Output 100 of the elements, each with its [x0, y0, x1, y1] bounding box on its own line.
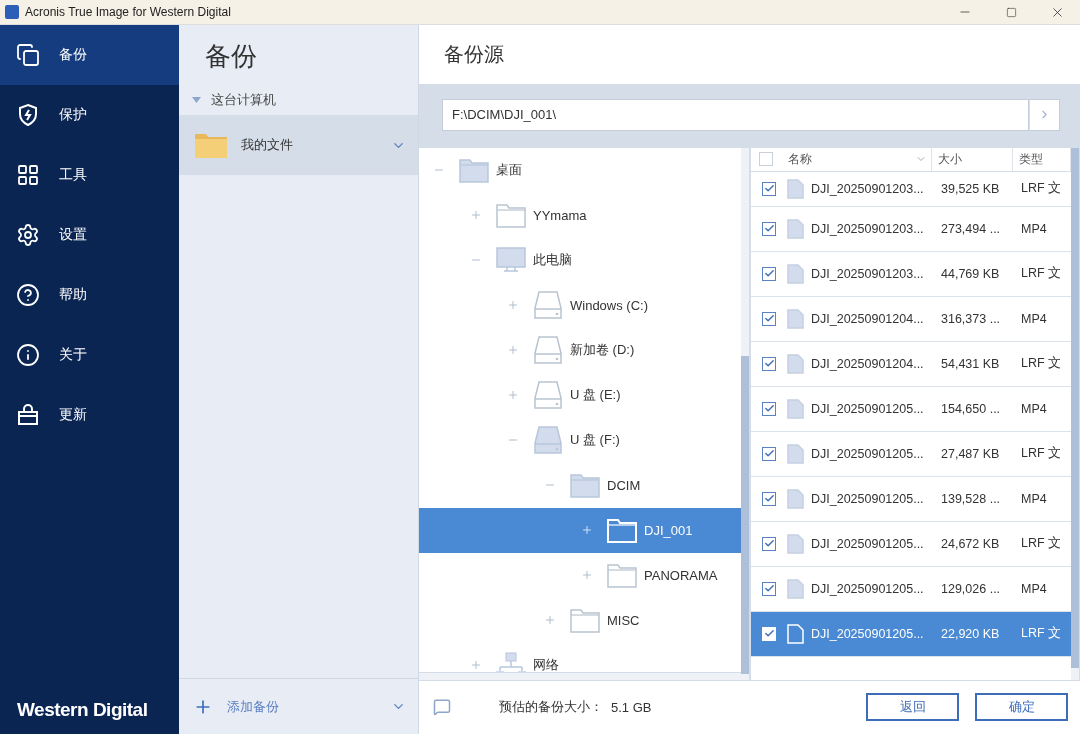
- tree-item[interactable]: 新加卷 (D:): [419, 327, 741, 373]
- window-title: Acronis True Image for Western Digital: [25, 5, 232, 19]
- path-field[interactable]: F:\DCIM\DJI_001\: [442, 98, 1029, 131]
- file-name: DJI_20250901203...: [811, 181, 925, 196]
- checkbox[interactable]: [762, 491, 776, 506]
- file-size: 27,487 KB: [940, 446, 1001, 461]
- file-name: DJI_20250901205...: [811, 401, 925, 416]
- scrollbar[interactable]: [1071, 147, 1079, 680]
- back-button[interactable]: 返回: [866, 693, 959, 722]
- file-size: 139,528 ...: [940, 491, 1002, 506]
- expand-icon[interactable]: [507, 389, 519, 402]
- sidebar-item[interactable]: 关于: [0, 325, 179, 385]
- settings-icon: [16, 223, 40, 247]
- shield-icon: [16, 103, 40, 127]
- checkbox[interactable]: [762, 401, 776, 416]
- tree-item[interactable]: 桌面: [419, 147, 741, 193]
- info-icon: [16, 343, 40, 367]
- file-type: LRF 文: [1021, 535, 1063, 553]
- sidebar-item[interactable]: 设置: [0, 205, 179, 265]
- tree-item[interactable]: 网络: [419, 642, 741, 672]
- column-label: 名称: [787, 150, 812, 168]
- sidebar-item[interactable]: 工具: [0, 145, 179, 205]
- file-icon: [787, 443, 804, 464]
- checkbox[interactable]: [762, 266, 776, 281]
- tree-item[interactable]: YYmama: [419, 192, 741, 238]
- folder-icon: [496, 202, 526, 229]
- tree-item[interactable]: DJI_001: [419, 507, 741, 553]
- file-name: DJI_20250901203...: [811, 221, 925, 236]
- file-name: DJI_20250901204...: [811, 311, 925, 326]
- expand-icon[interactable]: [470, 209, 482, 222]
- file-icon: [787, 488, 804, 509]
- tree-item[interactable]: Windows (C:): [419, 282, 741, 328]
- estimate-label: 预估的备份大小：: [499, 698, 603, 717]
- checkbox[interactable]: [762, 356, 776, 371]
- checkbox[interactable]: [762, 581, 776, 596]
- column-header[interactable]: 大小: [931, 147, 1013, 171]
- tree-item[interactable]: U 盘 (E:): [419, 372, 741, 418]
- file-name: DJI_20250901205...: [811, 581, 925, 596]
- tree-item[interactable]: U 盘 (F:): [419, 417, 741, 463]
- file-icon: [787, 218, 804, 239]
- expand-icon[interactable]: [581, 569, 593, 582]
- checkbox[interactable]: [762, 536, 776, 551]
- scrollbar[interactable]: [741, 147, 749, 680]
- sidebar-item[interactable]: 帮助: [0, 265, 179, 325]
- expand-icon[interactable]: [544, 614, 556, 627]
- group-header[interactable]: 这台计算机: [179, 85, 418, 115]
- sidebar-item[interactable]: 备份: [0, 25, 179, 85]
- comment-icon[interactable]: [433, 698, 451, 717]
- file-icon: [787, 578, 804, 599]
- file-icon: [787, 178, 804, 199]
- folder-icon: [570, 472, 600, 499]
- caret-icon: [192, 97, 201, 103]
- section-title: 备份源: [444, 41, 504, 67]
- computer-icon: [496, 247, 526, 274]
- tree-item[interactable]: 此电脑: [419, 237, 741, 283]
- folder-icon: [570, 607, 600, 634]
- backup-label: 我的文件: [241, 136, 294, 154]
- ok-button[interactable]: 确定: [975, 693, 1068, 722]
- tree-item[interactable]: PANORAMA: [419, 552, 741, 598]
- sidebar-item[interactable]: 保护: [0, 85, 179, 145]
- sidebar-item[interactable]: 更新: [0, 385, 179, 445]
- scrollbar[interactable]: [419, 671, 741, 680]
- file-type: LRF 文: [1021, 445, 1063, 463]
- expand-icon[interactable]: [507, 344, 519, 357]
- file-size: 129,026 ...: [940, 581, 1002, 596]
- select-all-checkbox[interactable]: [759, 152, 774, 167]
- file-size: 54,431 KB: [940, 356, 1001, 371]
- folder-icon: [459, 157, 489, 184]
- brand-logo: Western Digital: [16, 699, 149, 721]
- file-name: DJI_20250901205...: [811, 491, 925, 506]
- file-name: DJI_20250901203...: [811, 266, 925, 281]
- go-button[interactable]: [1030, 98, 1060, 131]
- file-row[interactable]: DJI_20250901205... 22,920 KB LRF 文: [751, 611, 1071, 657]
- folder-icon: [607, 562, 637, 589]
- file-type: LRF 文: [1021, 355, 1063, 373]
- tree-item[interactable]: MISC: [419, 597, 741, 643]
- file-type: MP4: [1021, 401, 1048, 416]
- checkbox[interactable]: [762, 221, 776, 236]
- expand-icon[interactable]: [581, 524, 593, 537]
- file-size: 154,650 ...: [940, 401, 1002, 416]
- file-type: MP4: [1021, 491, 1048, 506]
- expand-icon[interactable]: [507, 299, 519, 312]
- folder-icon: [195, 132, 227, 158]
- file-icon: [787, 398, 804, 419]
- checkbox[interactable]: [762, 311, 776, 326]
- checkbox[interactable]: [762, 181, 776, 196]
- file-name: DJI_20250901205...: [811, 446, 925, 461]
- add-backup-link[interactable]: 添加备份: [227, 697, 377, 716]
- file-name: DJI_20250901204...: [811, 356, 925, 371]
- checkbox[interactable]: [762, 446, 776, 461]
- drive-icon: [533, 425, 563, 456]
- tree-item[interactable]: DCIM: [419, 462, 741, 508]
- file-icon: [787, 533, 804, 554]
- copy-icon: [16, 43, 40, 67]
- drive-icon: [533, 335, 563, 366]
- backup-item[interactable]: 我的文件: [179, 115, 418, 175]
- file-size: 24,672 KB: [940, 536, 1001, 551]
- grid-icon: [16, 163, 40, 187]
- file-name: DJI_20250901205...: [811, 536, 925, 551]
- expand-icon[interactable]: [470, 659, 482, 672]
